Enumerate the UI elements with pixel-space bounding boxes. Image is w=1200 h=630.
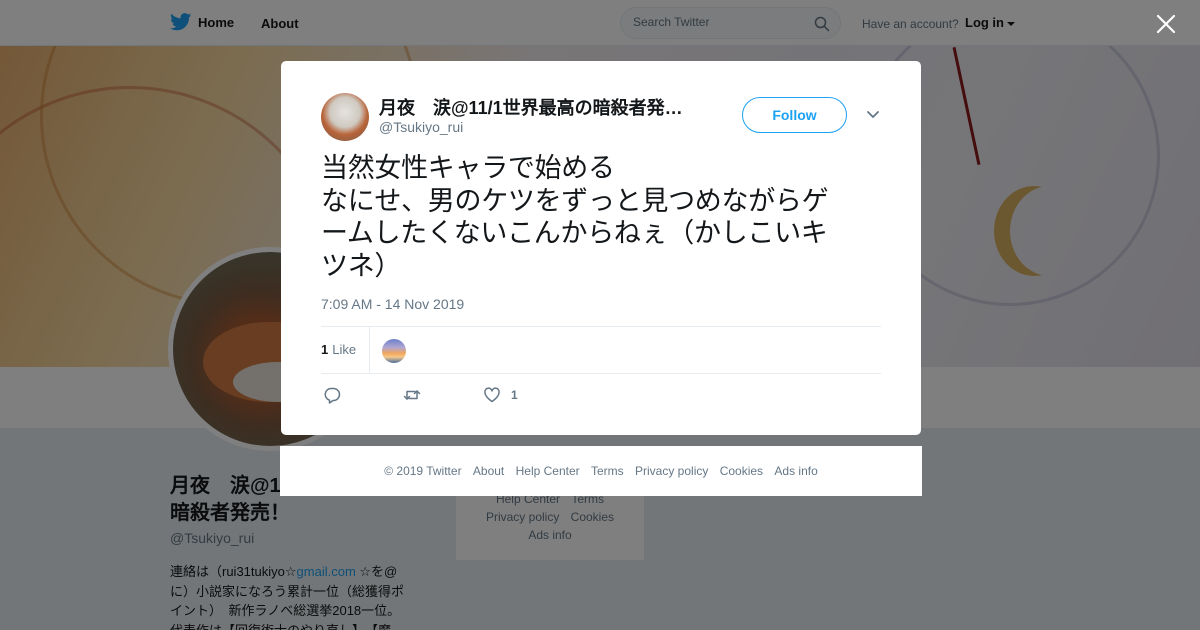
follow-button[interactable]: Follow xyxy=(742,97,847,133)
footer-link-privacy[interactable]: Privacy policy xyxy=(635,464,708,478)
chevron-down-icon[interactable] xyxy=(865,109,881,121)
footer-link-ads-info[interactable]: Ads info xyxy=(774,464,817,478)
heart-icon xyxy=(484,387,500,403)
copyright-text: © 2019 Twitter xyxy=(384,464,462,478)
tweet-text-line: ツネ） xyxy=(321,250,402,282)
footer-link-about[interactable]: About xyxy=(473,464,504,478)
like-button[interactable]: 1 xyxy=(483,385,518,405)
tweet-text-line: ームしたくないこんからねぇ（かしこいキ xyxy=(321,218,828,249)
footer-link-help-center[interactable]: Help Center xyxy=(516,464,580,478)
likes-stat[interactable]: 1 Like xyxy=(321,327,370,373)
tweet-stats: 1 Like xyxy=(321,326,881,374)
reply-icon xyxy=(324,387,341,404)
footer-link-terms[interactable]: Terms xyxy=(591,464,624,478)
likes-count: 1 xyxy=(321,342,329,357)
tweet-author-avatar[interactable] xyxy=(321,93,369,141)
retweet-button[interactable] xyxy=(403,385,421,405)
tweet-author-name[interactable]: 月夜 涙@11/1世界最高の暗殺者発売！ xyxy=(379,94,699,120)
modal-footer: © 2019 Twitter About Help Center Terms P… xyxy=(280,446,922,496)
tweet-text-line: なにせ、男のケツをずっと見つめながらゲ xyxy=(321,185,829,217)
footer-link-cookies[interactable]: Cookies xyxy=(720,464,763,478)
tweet-actions: 1 xyxy=(321,385,881,405)
reply-button[interactable] xyxy=(323,385,341,405)
tweet-text: 当然女性キャラで始める なにせ、男のケツをずっと見つめながらゲ ームしたくないこ… xyxy=(321,153,881,283)
liker-avatar[interactable] xyxy=(382,339,406,363)
tweet-author-handle[interactable]: @Tsukiyo_rui xyxy=(379,119,463,135)
retweet-icon xyxy=(403,390,421,400)
tweet-modal: 月夜 涙@11/1世界最高の暗殺者発売！ @Tsukiyo_rui Follow… xyxy=(281,61,921,435)
tweet-timestamp[interactable]: 7:09 AM - 14 Nov 2019 xyxy=(321,296,464,312)
close-icon[interactable] xyxy=(1155,13,1177,35)
like-count: 1 xyxy=(511,388,518,402)
likes-label: Like xyxy=(332,342,357,357)
tweet-text-line: 当然女性キャラで始める xyxy=(321,153,615,184)
